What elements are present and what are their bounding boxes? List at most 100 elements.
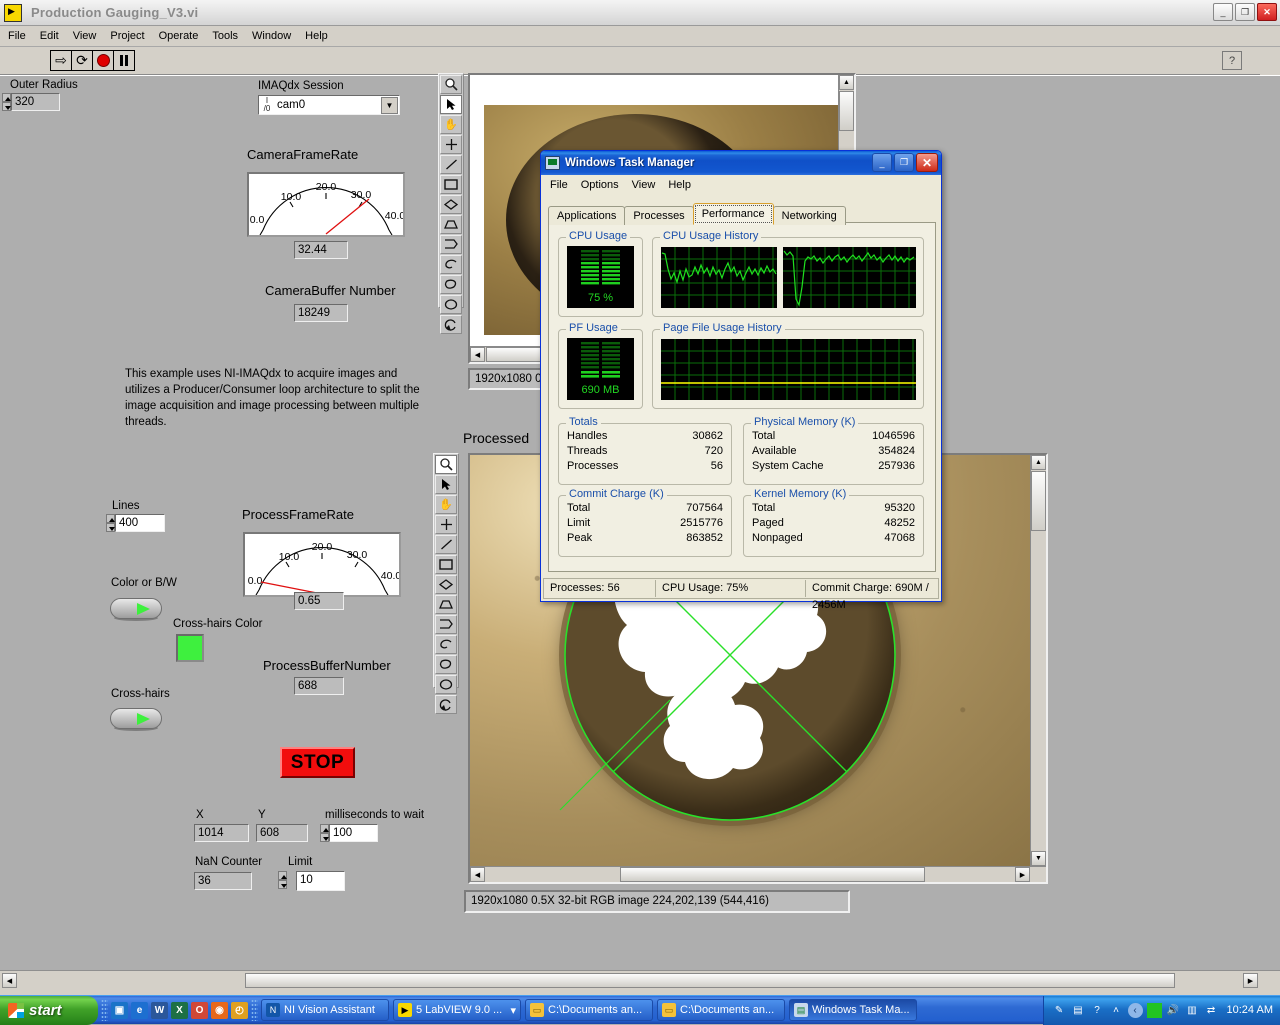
taskbar-item-task-manager[interactable]: ▤ Windows Task Ma... xyxy=(789,999,917,1021)
oval-icon[interactable] xyxy=(435,675,457,694)
chevron-down-icon[interactable]: ▼ xyxy=(381,96,398,114)
rectangle-icon[interactable] xyxy=(435,555,457,574)
network-icon[interactable]: ▥ xyxy=(1185,1003,1200,1018)
taskbar-item-documents-2[interactable]: ▭ C:\Documents an... xyxy=(657,999,785,1021)
menu-edit[interactable]: Edit xyxy=(40,30,59,42)
tm-menu-help[interactable]: Help xyxy=(668,179,691,191)
scroll-down-button[interactable]: ▼ xyxy=(1031,851,1046,866)
lines-value[interactable]: 400 xyxy=(115,514,165,532)
start-button[interactable]: start xyxy=(0,995,98,1025)
limit-knob[interactable] xyxy=(278,871,294,891)
tm-menu-options[interactable]: Options xyxy=(581,179,619,191)
rotate-icon[interactable] xyxy=(440,315,462,334)
menu-help[interactable]: Help xyxy=(305,30,328,42)
help-icon[interactable]: ? xyxy=(1090,1003,1105,1018)
minimize-button[interactable]: _ xyxy=(1213,3,1233,21)
crosshairs-toggle[interactable] xyxy=(110,706,162,732)
rectangle-icon[interactable] xyxy=(440,175,462,194)
tab-performance[interactable]: Performance xyxy=(692,203,774,225)
display-icon[interactable] xyxy=(1146,1002,1162,1018)
panel-horizontal-scrollbar[interactable]: ◀ ▶ xyxy=(0,973,1280,990)
arrow-select-icon[interactable] xyxy=(435,475,457,494)
line-icon[interactable] xyxy=(440,155,462,174)
limit-value[interactable]: 10 xyxy=(296,871,345,891)
menu-view[interactable]: View xyxy=(73,30,97,42)
lines-spinner[interactable] xyxy=(106,514,115,532)
pause-icon[interactable] xyxy=(113,50,135,71)
magnifier-icon[interactable] xyxy=(435,455,457,474)
pen-icon[interactable]: ✎ xyxy=(1052,1003,1067,1018)
tab-networking[interactable]: Networking xyxy=(772,206,846,225)
oval-icon[interactable] xyxy=(440,295,462,314)
show-desktop-icon[interactable]: ▣ xyxy=(111,1001,128,1019)
menu-project[interactable]: Project xyxy=(110,30,144,42)
scroll-up-button[interactable]: ▲ xyxy=(1031,455,1046,470)
maximize-button[interactable]: ❐ xyxy=(894,153,914,172)
pan-hand-icon[interactable]: ✋ xyxy=(435,495,457,514)
crosshair-point-icon[interactable] xyxy=(440,135,462,154)
taskbar-item-labview[interactable]: ▶ 5 LabVIEW 9.0 ... ▾ xyxy=(393,999,521,1021)
ms-wait-spinner[interactable] xyxy=(320,824,329,842)
menu-file[interactable]: File xyxy=(8,30,26,42)
shield-icon[interactable]: ‹ xyxy=(1127,1002,1143,1018)
annulus-icon[interactable] xyxy=(440,275,462,294)
quick-launch-grip[interactable] xyxy=(101,999,108,1021)
outer-radius-spinner[interactable] xyxy=(2,93,11,111)
processed-horizontal-scrollbar[interactable]: ◀ ▶ xyxy=(470,866,1046,882)
processed-vertical-scrollbar[interactable]: ▲ ▼ xyxy=(1030,455,1046,866)
imaqdx-session-combo[interactable]: I/0 cam0 ▼ xyxy=(258,95,400,115)
menu-operate[interactable]: Operate xyxy=(159,30,199,42)
abort-execution-icon[interactable] xyxy=(92,50,114,71)
polygon-icon[interactable] xyxy=(440,215,462,234)
line-icon[interactable] xyxy=(435,535,457,554)
scroll-up-button[interactable]: ▲ xyxy=(839,75,854,90)
broken-line-icon[interactable] xyxy=(440,235,462,254)
stop-button[interactable]: STOP xyxy=(280,747,355,778)
close-button[interactable]: ✕ xyxy=(1257,3,1277,21)
annulus-icon[interactable] xyxy=(435,655,457,674)
arrow-select-icon[interactable] xyxy=(440,95,462,114)
tab-processes[interactable]: Processes xyxy=(624,206,694,225)
close-button[interactable]: ✕ xyxy=(916,153,938,172)
scroll-thumb[interactable] xyxy=(245,973,1175,988)
tm-menu-file[interactable]: File xyxy=(550,179,568,191)
rotated-rectangle-icon[interactable] xyxy=(440,195,462,214)
firefox-icon[interactable]: ◉ xyxy=(211,1001,228,1019)
rotated-rectangle-icon[interactable] xyxy=(435,575,457,594)
outlook-icon[interactable]: O xyxy=(191,1001,208,1019)
tablet-icon[interactable]: ▤ xyxy=(1071,1003,1086,1018)
minimize-button[interactable]: _ xyxy=(872,153,892,172)
scroll-left-button[interactable]: ◀ xyxy=(470,347,485,362)
scroll-right-button[interactable]: ▶ xyxy=(1243,973,1258,988)
menu-window[interactable]: Window xyxy=(252,30,291,42)
clock-icon[interactable]: ◴ xyxy=(231,1001,248,1019)
tab-applications[interactable]: Applications xyxy=(548,206,626,225)
run-continuously-icon[interactable] xyxy=(71,50,93,71)
volume-icon[interactable]: 🔊 xyxy=(1166,1003,1181,1018)
menu-tools[interactable]: Tools xyxy=(212,30,238,42)
sync-icon[interactable]: ⇄ xyxy=(1204,1003,1219,1018)
maximize-button[interactable]: ❐ xyxy=(1235,3,1255,21)
scroll-right-button[interactable]: ▶ xyxy=(1015,867,1030,882)
color-bw-toggle[interactable] xyxy=(110,596,162,622)
taskbar-item-documents-1[interactable]: ▭ C:\Documents an... xyxy=(525,999,653,1021)
tm-menu-view[interactable]: View xyxy=(632,179,656,191)
chevron-up-icon[interactable]: ˄ xyxy=(1109,1003,1124,1018)
rotate-icon[interactable] xyxy=(435,695,457,714)
crosshairs-color-swatch[interactable] xyxy=(176,634,204,662)
chevron-down-icon[interactable]: ▾ xyxy=(510,1004,516,1017)
polygon-icon[interactable] xyxy=(435,595,457,614)
task-items-grip[interactable] xyxy=(251,999,258,1021)
scroll-left-button[interactable]: ◀ xyxy=(2,973,17,988)
taskbar-item-ni-vision-assistant[interactable]: N NI Vision Assistant xyxy=(261,999,389,1021)
scroll-thumb[interactable] xyxy=(839,91,854,131)
pan-hand-icon[interactable]: ✋ xyxy=(440,115,462,134)
outer-radius-value[interactable]: 320 xyxy=(11,93,60,111)
magnifier-icon[interactable] xyxy=(440,75,462,94)
freehand-icon[interactable] xyxy=(440,255,462,274)
scroll-thumb[interactable] xyxy=(1031,471,1046,531)
ms-wait-value[interactable]: 100 xyxy=(329,824,378,842)
scroll-left-button[interactable]: ◀ xyxy=(470,867,485,882)
task-manager-window[interactable]: Windows Task Manager _ ❐ ✕ File Options … xyxy=(540,150,942,611)
taskbar-clock[interactable]: 10:24 AM xyxy=(1227,1004,1273,1016)
